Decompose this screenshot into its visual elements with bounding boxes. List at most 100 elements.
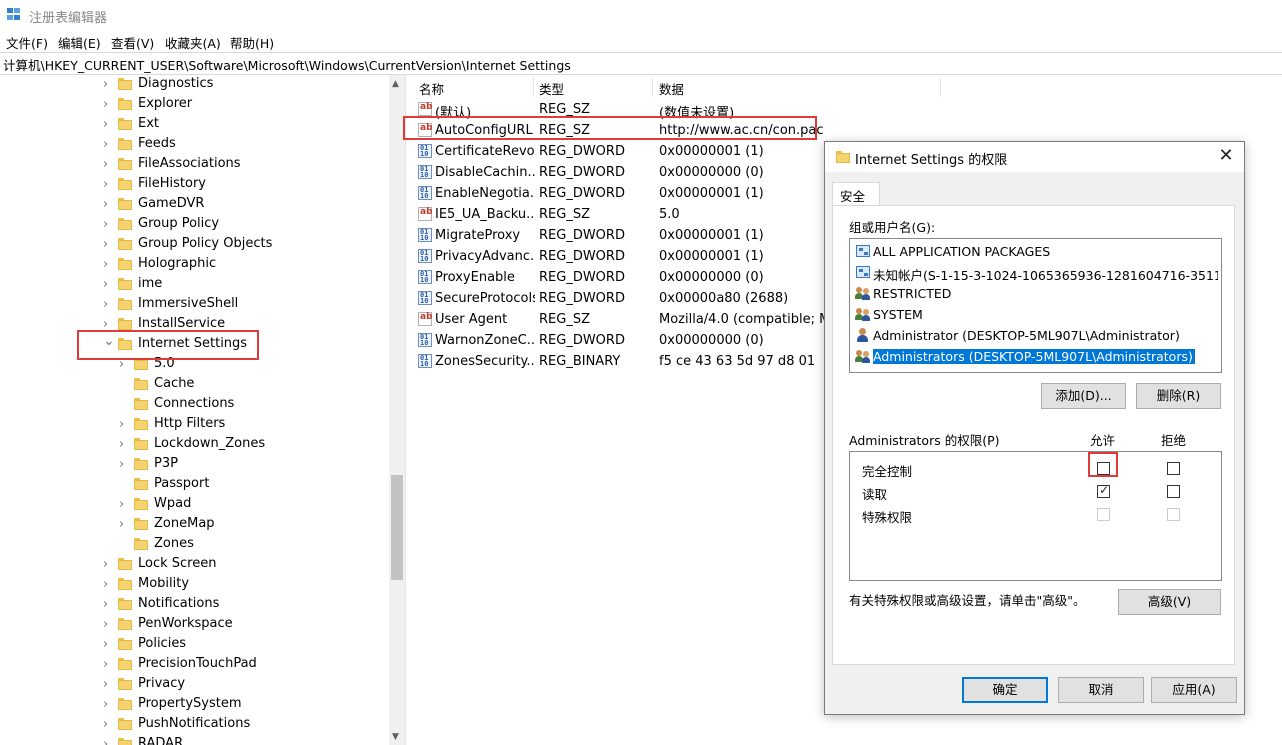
permission-name: 特殊权限 — [862, 510, 913, 525]
chevron-right-icon[interactable]: › — [103, 138, 117, 152]
binary-value-icon: 01 10 — [418, 270, 432, 284]
value-name: SecureProtocols — [435, 291, 535, 306]
menu-bar: 文件(F) 编辑(E) 查看(V) 收藏夹(A) 帮助(H) — [0, 30, 1282, 52]
chevron-right-icon[interactable]: › — [119, 458, 133, 472]
chevron-right-icon[interactable]: › — [103, 678, 117, 692]
chevron-right-icon[interactable]: › — [103, 558, 117, 572]
user-name: 未知帐户(S-1-15-3-1024-1065365936-1281604716… — [873, 268, 1218, 283]
users-list[interactable]: ALL APPLICATION PACKAGES 未知帐户(S-1-15-3-10… — [849, 238, 1222, 373]
folder-icon — [118, 638, 132, 650]
chevron-right-icon[interactable]: › — [103, 218, 117, 232]
chevron-right-icon[interactable]: › — [103, 118, 117, 132]
user-item[interactable]: 未知帐户(S-1-15-3-1024-1065365936-1281604716… — [855, 262, 1218, 283]
pane-splitter[interactable] — [405, 75, 412, 745]
address-bar[interactable]: 计算机\HKEY_CURRENT_USER\Software\Microsoft… — [0, 52, 1282, 75]
address-path[interactable]: 计算机\HKEY_CURRENT_USER\Software\Microsoft… — [3, 55, 571, 74]
scroll-down-icon[interactable]: ▼ — [392, 732, 399, 742]
advanced-button[interactable]: 高级(V) — [1118, 589, 1221, 615]
chevron-right-icon[interactable]: › — [119, 518, 133, 532]
value-type: REG_DWORD — [539, 228, 625, 243]
chevron-right-icon[interactable]: › — [103, 738, 117, 745]
remove-button[interactable]: 删除(R) — [1136, 383, 1221, 409]
chevron-right-icon[interactable]: › — [103, 718, 117, 732]
deny-checkbox[interactable] — [1167, 462, 1180, 475]
value-data: 0x00000001 (1) — [659, 228, 764, 243]
tree-item-label: RADAR — [138, 736, 184, 745]
menu-view[interactable]: 查看(V) — [111, 33, 154, 52]
folder-icon — [134, 438, 148, 450]
tree-scrollbar[interactable]: ▲ ▼ — [389, 75, 405, 745]
user-item[interactable]: SYSTEM — [855, 304, 1218, 324]
user-item[interactable]: ALL APPLICATION PACKAGES — [855, 241, 1218, 261]
tree-item-label: Lock Screen — [138, 556, 217, 571]
chevron-right-icon[interactable]: › — [103, 238, 117, 252]
menu-edit[interactable]: 编辑(E) — [58, 33, 101, 52]
close-icon[interactable]: ✕ — [1216, 146, 1236, 166]
folder-icon — [134, 518, 148, 530]
value-type: REG_SZ — [539, 102, 590, 117]
column-type[interactable]: 类型 — [539, 79, 564, 98]
scroll-up-icon[interactable]: ▲ — [392, 79, 399, 89]
chevron-right-icon[interactable]: › — [103, 578, 117, 592]
chevron-right-icon[interactable]: › — [103, 178, 117, 192]
column-name[interactable]: 名称 — [419, 79, 444, 98]
cancel-button[interactable]: 取消 — [1058, 677, 1144, 703]
chevron-right-icon[interactable]: › — [103, 278, 117, 292]
chevron-right-icon[interactable]: › — [103, 158, 117, 172]
value-data: 0x00000000 (0) — [659, 333, 764, 348]
chevron-right-icon[interactable]: › — [119, 438, 133, 452]
allow-checkbox[interactable]: ✓ — [1097, 483, 1110, 498]
chevron-right-icon[interactable]: › — [119, 498, 133, 512]
value-name: PrivacyAdvanc... — [435, 249, 535, 264]
deny-checkbox[interactable] — [1167, 485, 1180, 498]
chevron-right-icon[interactable]: › — [103, 618, 117, 632]
string-value-icon: ab — [418, 207, 433, 221]
menu-help[interactable]: 帮助(H) — [230, 33, 274, 52]
menu-favorites[interactable]: 收藏夹(A) — [165, 33, 221, 52]
chevron-right-icon[interactable]: › — [103, 198, 117, 212]
user-item[interactable]: Administrator (DESKTOP-5ML907L\Administr… — [855, 325, 1218, 345]
column-data[interactable]: 数据 — [659, 79, 684, 98]
user-item[interactable]: Administrators (DESKTOP-5ML907L\Administ… — [855, 346, 1218, 366]
folder-icon — [134, 498, 148, 510]
value-name: User Agent — [435, 312, 508, 327]
chevron-right-icon[interactable]: › — [103, 598, 117, 612]
chevron-right-icon[interactable]: › — [103, 258, 117, 272]
value-data: 0x00000000 (0) — [659, 165, 764, 180]
tab-security[interactable]: 安全 — [832, 182, 880, 206]
folder-icon — [118, 718, 132, 730]
folder-icon — [134, 418, 148, 430]
deny-header: 拒绝 — [1161, 433, 1187, 448]
tree-item-label: ime — [138, 276, 163, 291]
key-tree[interactable]: › Diagnostics › Explorer › Ext › Feeds › FileAsso… — [0, 75, 390, 745]
chevron-right-icon[interactable]: › — [103, 658, 117, 672]
users-group-icon — [855, 307, 871, 321]
apply-button[interactable]: 应用(A) — [1151, 677, 1237, 703]
folder-icon — [118, 158, 132, 170]
add-button[interactable]: 添加(D)... — [1041, 383, 1126, 409]
value-type: REG_DWORD — [539, 249, 625, 264]
tree-item-label: PushNotifications — [138, 716, 251, 731]
chevron-right-icon[interactable]: › — [103, 298, 117, 312]
tree-item-label: PropertySystem — [138, 696, 242, 711]
chevron-right-icon[interactable]: › — [103, 98, 117, 112]
chevron-right-icon[interactable]: › — [103, 638, 117, 652]
value-type: REG_DWORD — [539, 270, 625, 285]
chevron-right-icon[interactable]: › — [119, 418, 133, 432]
user-item[interactable]: RESTRICTED — [855, 283, 1218, 303]
folder-icon — [118, 258, 132, 270]
folder-icon — [118, 118, 132, 130]
ok-button[interactable]: 确定 — [962, 677, 1048, 703]
chevron-right-icon[interactable]: › — [119, 358, 133, 372]
value-name: ZonesSecurity... — [435, 354, 535, 369]
folder-icon — [118, 198, 132, 210]
autoconfigurl-highlight — [403, 116, 817, 140]
scroll-thumb[interactable] — [391, 475, 403, 580]
tree-item-label: PenWorkspace — [138, 616, 233, 631]
folder-icon — [118, 238, 132, 250]
chevron-right-icon[interactable]: › — [103, 78, 117, 92]
menu-file[interactable]: 文件(F) — [6, 33, 48, 52]
value-name: MigrateProxy — [435, 228, 521, 243]
folder-icon — [118, 138, 132, 150]
chevron-right-icon[interactable]: › — [103, 698, 117, 712]
